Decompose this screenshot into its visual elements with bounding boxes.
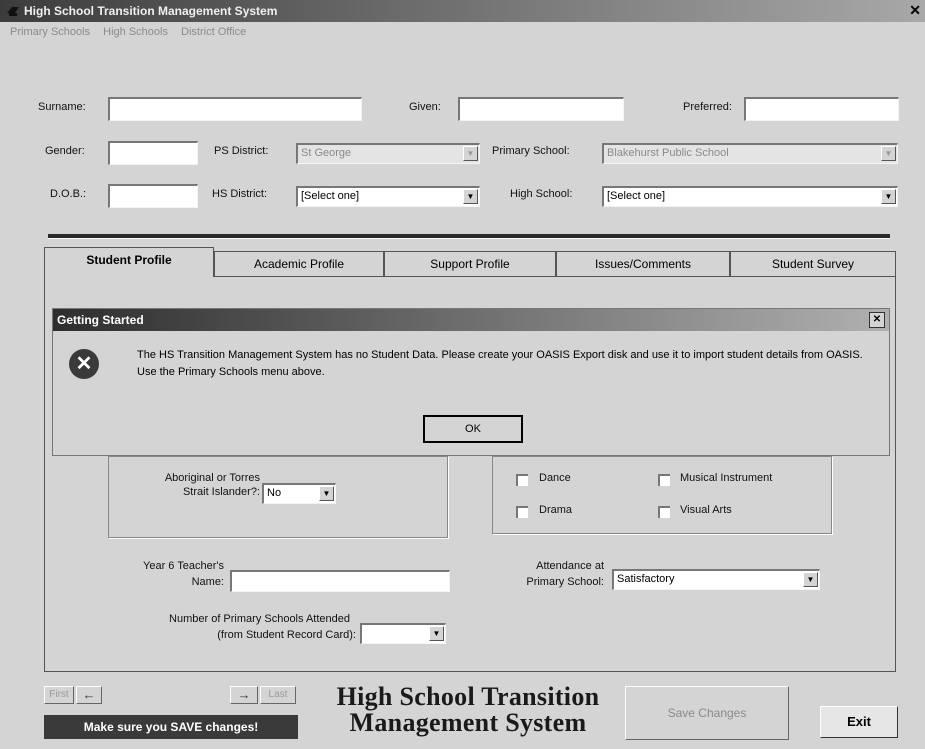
exit-button[interactable]: Exit [820, 706, 898, 738]
schools-attended-label-2: (from Student Record Card): [217, 629, 356, 641]
attendance-select[interactable]: Satisfactory ▼ [612, 569, 820, 590]
chevron-down-icon[interactable]: ▼ [881, 146, 896, 161]
aboriginal-select[interactable]: No ▼ [262, 483, 336, 504]
ok-button[interactable]: OK [423, 415, 523, 443]
surname-input[interactable] [108, 97, 362, 121]
title-bar: High School Transition Management System… [0, 0, 925, 22]
brand-line-1: High School Transition [336, 682, 600, 711]
hs-district-value: [Select one] [301, 190, 360, 202]
menu-district-office[interactable]: District Office [181, 26, 246, 38]
dob-label: D.O.B.: [50, 188, 87, 200]
surname-label: Surname: [38, 101, 86, 113]
attendance-label-1: Attendance at [536, 560, 604, 572]
tab-student-survey[interactable]: Student Survey [730, 251, 896, 277]
menu-high-schools[interactable]: High Schools [103, 26, 168, 38]
dance-checkbox[interactable] [516, 474, 528, 486]
musical-instrument-label: Musical Instrument [680, 472, 773, 484]
arts-group [492, 456, 832, 534]
aboriginal-value: No [267, 487, 282, 499]
window-title: High School Transition Management System [24, 4, 278, 18]
dialog-close-icon[interactable]: ✕ [869, 312, 885, 328]
schools-attended-select[interactable]: ▼ [360, 623, 446, 644]
dialog-title: Getting Started [57, 313, 144, 327]
chevron-down-icon[interactable]: ▼ [803, 572, 818, 587]
save-changes-button[interactable]: Save Changes [625, 686, 789, 740]
gender-input[interactable] [108, 141, 198, 165]
attendance-value: Satisfactory [617, 573, 675, 585]
save-reminder: Make sure you SAVE changes! [44, 715, 298, 739]
dob-input[interactable] [108, 184, 198, 208]
app-icon [7, 7, 19, 16]
chevron-down-icon[interactable]: ▼ [463, 189, 478, 204]
schools-attended-label-1: Number of Primary Schools Attended [169, 613, 350, 625]
tab-support-profile[interactable]: Support Profile [384, 251, 556, 277]
arrow-left-icon[interactable]: ← [76, 686, 102, 704]
last-button[interactable]: Last [260, 686, 296, 704]
given-input[interactable] [458, 97, 624, 121]
chevron-down-icon[interactable]: ▼ [429, 626, 444, 641]
preferred-input[interactable] [744, 97, 899, 121]
first-button[interactable]: First [44, 686, 74, 704]
tab-issues-comments[interactable]: Issues/Comments [556, 251, 730, 277]
menu-primary-schools[interactable]: Primary Schools [10, 26, 90, 38]
tab-academic-profile[interactable]: Academic Profile [214, 251, 384, 277]
ps-district-value: St George [301, 147, 352, 159]
high-school-value: [Select one] [607, 190, 666, 202]
chevron-down-icon[interactable]: ▼ [463, 146, 478, 161]
dance-label: Dance [539, 472, 571, 484]
getting-started-dialog: Getting Started ✕ ✕ The HS Transition Ma… [52, 308, 890, 456]
dialog-message: The HS Transition Management System has … [137, 349, 863, 378]
visual-arts-label: Visual Arts [680, 504, 732, 516]
high-school-label: High School: [510, 188, 573, 200]
primary-school-select[interactable]: Blakehurst Public School ▼ [602, 143, 898, 164]
hs-district-select[interactable]: [Select one] ▼ [296, 186, 480, 207]
aboriginal-label-2: Strait Islander?: [182, 486, 260, 498]
ps-district-select[interactable]: St George ▼ [296, 143, 480, 164]
musical-instrument-checkbox[interactable] [658, 474, 670, 486]
dialog-title-bar: Getting Started ✕ [53, 309, 889, 331]
menu-bar: Primary Schools High Schools District Of… [0, 22, 925, 42]
preferred-label: Preferred: [683, 101, 732, 113]
teacher-name-input[interactable] [230, 570, 450, 592]
chevron-down-icon[interactable]: ▼ [881, 189, 896, 204]
divider [48, 234, 890, 239]
hs-district-label: HS District: [212, 188, 267, 200]
teacher-label-1: Year 6 Teacher's [143, 560, 224, 572]
visual-arts-checkbox[interactable] [658, 506, 670, 518]
teacher-label-2: Name: [191, 576, 224, 588]
brand-line-2: Management System [349, 708, 587, 737]
gender-label: Gender: [45, 145, 85, 157]
drama-checkbox[interactable] [516, 506, 528, 518]
ps-district-label: PS District: [214, 145, 269, 157]
tab-student-profile[interactable]: Student Profile [44, 247, 214, 277]
drama-label: Drama [539, 504, 573, 516]
error-icon: ✕ [69, 349, 99, 379]
primary-school-label: Primary School: [492, 145, 570, 157]
given-label: Given: [409, 101, 441, 113]
close-icon[interactable]: ✕ [909, 2, 921, 19]
high-school-select[interactable]: [Select one] ▼ [602, 186, 898, 207]
aboriginal-label-1: Aboriginal or Torres [164, 472, 260, 484]
arrow-right-icon[interactable]: → [230, 686, 258, 704]
attendance-label-2: Primary School: [526, 576, 604, 588]
primary-school-value: Blakehurst Public School [607, 147, 729, 159]
chevron-down-icon[interactable]: ▼ [319, 486, 334, 501]
brand-logo: High School Transition Management System [308, 684, 628, 736]
